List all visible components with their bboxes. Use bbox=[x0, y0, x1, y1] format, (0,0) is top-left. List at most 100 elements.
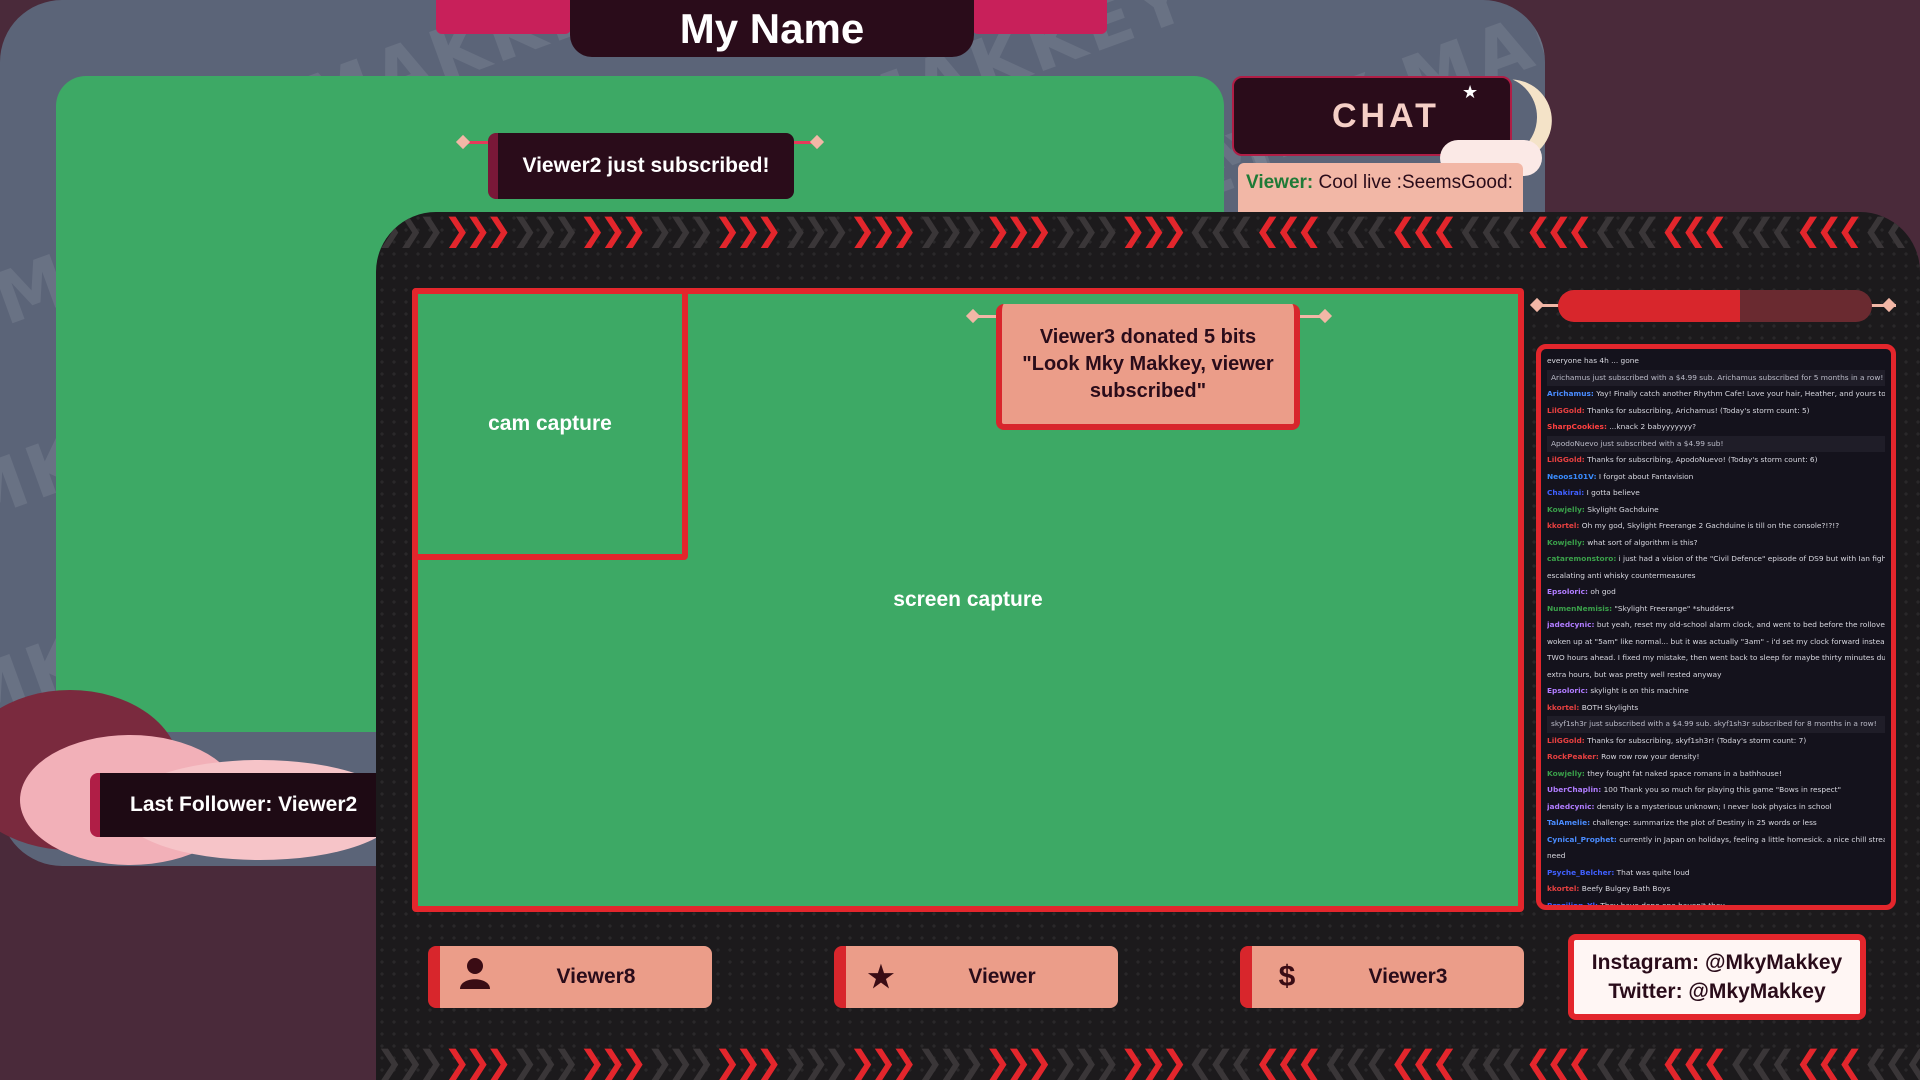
chat-line: TWO hours ahead. I fixed my mistake, the… bbox=[1547, 650, 1885, 667]
chat-line-text: challenge: summarize the plot of Destiny… bbox=[1592, 818, 1817, 827]
chat-line: TalAmelie: challenge: summarize the plot… bbox=[1547, 815, 1885, 832]
dollar-icon: $ bbox=[1278, 960, 1296, 993]
chat-line: kkortel: BOTH Skylights bbox=[1547, 700, 1885, 717]
chat-line: extra hours, but was pretty well rested … bbox=[1547, 667, 1885, 684]
chat-line-user: Neoos101V: bbox=[1547, 471, 1597, 481]
cam-capture-label: cam capture bbox=[488, 412, 612, 435]
user-icon bbox=[440, 956, 510, 998]
chat-line-text: BOTH Skylights bbox=[1581, 702, 1639, 712]
chat-line-user: Kowjelly: bbox=[1547, 768, 1585, 778]
chat-line-text: Row row row your density! bbox=[1601, 752, 1700, 761]
chat-line-text: I gotta believe bbox=[1586, 488, 1640, 497]
chat-line-user: LilGGold: bbox=[1547, 405, 1585, 415]
chat-line-text: Arichamus just subscribed with a $4.99 s… bbox=[1551, 372, 1884, 382]
chat-line-text: skyf1sh3r just subscribed with a $4.99 s… bbox=[1551, 719, 1877, 728]
chat-line: Epsoloric: oh god bbox=[1547, 584, 1885, 601]
chat-line-user: kkortel: bbox=[1547, 884, 1580, 893]
chat-line-user: kkortel: bbox=[1547, 521, 1580, 530]
star-icon: ★ bbox=[867, 960, 895, 994]
name-plate-tab-right bbox=[972, 0, 1107, 34]
chat-line: Arichamus just subscribed with a $4.99 s… bbox=[1547, 369, 1885, 386]
chat-line: LilGGold: Thanks for subscribing, ApodoN… bbox=[1547, 452, 1885, 469]
subscription-alert-text: Viewer2 just subscribed! bbox=[522, 154, 770, 177]
chat-line: Kowjelly: Skylight Gachduine bbox=[1547, 502, 1885, 519]
chat-line: Cynical_Prophet: currently in Japan on h… bbox=[1547, 832, 1885, 849]
chat-line-text: i just had a vision of the "Civil Defenc… bbox=[1618, 554, 1885, 563]
latest-subscriber-name: Viewer bbox=[968, 965, 1036, 988]
chat-line-user: SharpCookies: bbox=[1547, 422, 1607, 431]
chat-line: everyone has 4h ... gone bbox=[1547, 353, 1885, 370]
chat-line: skyf1sh3r just subscribed with a $4.99 s… bbox=[1547, 716, 1885, 733]
chat-line: SharpCookies: ...knack 2 babyyyyyyy? bbox=[1547, 419, 1885, 436]
chat-line-user: NumenNemisis: bbox=[1547, 603, 1613, 613]
chat-line-user: Brazilian_Yl: bbox=[1547, 900, 1598, 910]
cam-capture-area: cam capture bbox=[412, 288, 688, 560]
chat-line-text: "Skylight Freerange" *shudders* bbox=[1614, 603, 1735, 613]
chat-line-user: Chakirai: bbox=[1547, 488, 1585, 497]
chat-line: UberChaplin: 100 Thank you so much for p… bbox=[1547, 782, 1885, 799]
chat-line-text: need bbox=[1547, 851, 1566, 860]
chat-line-text: I forgot about Fantavision bbox=[1598, 471, 1694, 481]
chat-line: NumenNemisis: "Skylight Freerange" *shud… bbox=[1547, 601, 1885, 618]
chat-line: Neoos101V: I forgot about Fantavision bbox=[1547, 469, 1885, 486]
chat-line-user: cataremonstoro: bbox=[1547, 554, 1617, 563]
chat-line-text: Thanks for subscribing, skyf1sh3r! (Toda… bbox=[1587, 735, 1807, 745]
chat-line-text: density is a mysterious unknown; I never… bbox=[1596, 801, 1832, 811]
chat-line-text: ...knack 2 babyyyyyyy? bbox=[1609, 422, 1697, 431]
chat-line-text: Thanks for subscribing, ApodoNuevo! (Tod… bbox=[1587, 455, 1818, 464]
twitter-handle: Twitter: @MkyMakkey bbox=[1608, 980, 1826, 1003]
name-plate-tab-left bbox=[436, 0, 571, 34]
chat-line-user: Arichamus: bbox=[1547, 389, 1594, 398]
chat-line-user: Kowjelly: bbox=[1547, 504, 1585, 514]
chat-line: escalating anti whisky countermeasures bbox=[1547, 568, 1885, 585]
chevron-border-bottom: ❯❯❯ ❯❯❯ ❯❯❯ ❯❯❯ ❯❯❯ ❯❯❯ ❯❯❯ ❯❯❯ ❯❯❯ ❯❯❯ … bbox=[376, 1044, 1920, 1080]
chat-line-user: jadedcynic: bbox=[1547, 620, 1595, 629]
latest-follower-stat: Viewer8 bbox=[428, 946, 712, 1008]
chat-line-text: escalating anti whisky countermeasures bbox=[1547, 570, 1696, 580]
chat-preview-user: Viewer: bbox=[1246, 172, 1314, 193]
streamer-name: My Name bbox=[679, 4, 865, 52]
latest-follower-name: Viewer8 bbox=[556, 965, 636, 988]
chat-line-text: what sort of algorithm is this? bbox=[1587, 537, 1698, 547]
goal-progress-fill bbox=[1558, 290, 1741, 322]
chat-line: Arichamus: Yay! Finally catch another Rh… bbox=[1547, 386, 1885, 403]
chat-line-user: Cynical_Prophet: bbox=[1547, 834, 1617, 844]
goal-progress-bar bbox=[1558, 290, 1872, 322]
chat-title: CHAT bbox=[1332, 96, 1440, 135]
chat-log-box[interactable]: everyone has 4h ... gone Arichamus just s… bbox=[1536, 344, 1896, 910]
chat-line-text: woken up at "5am" like normal... but it … bbox=[1547, 636, 1885, 646]
latest-subscriber-stat: ★ Viewer bbox=[834, 946, 1118, 1008]
chat-line: Brazilian_Yl: They have done one haven't… bbox=[1547, 898, 1885, 910]
chat-line-user: Epsoloric: bbox=[1547, 587, 1588, 596]
chat-line: Kowjelly: what sort of algorithm is this… bbox=[1547, 535, 1885, 552]
chat-line: RockPeaker: Row row row your density! bbox=[1547, 749, 1885, 766]
chat-line: kkortel: Beefy Bulgey Bath Boys bbox=[1547, 881, 1885, 898]
star-deco-icon: ★ bbox=[1462, 82, 1479, 102]
chat-line-text: Skylight Gachduine bbox=[1587, 504, 1659, 514]
chat-line: Psyche_Belcher: That was quite loud bbox=[1547, 865, 1885, 882]
last-follower-text: Last Follower: Viewer2 bbox=[130, 793, 358, 816]
chat-line: kkortel: Oh my god, Skylight Freerange 2… bbox=[1547, 518, 1885, 535]
chat-line-user: RockPeaker: bbox=[1547, 752, 1599, 761]
donation-alert: Viewer3 donated 5 bits "Look Mky Makkey,… bbox=[996, 304, 1300, 430]
donation-alert-line2: "Look Mky Makkey, viewer subscribed" bbox=[1022, 352, 1274, 402]
chat-line-user: LilGGold: bbox=[1547, 455, 1585, 464]
instagram-handle: Instagram: @MkyMakkey bbox=[1591, 951, 1843, 974]
chat-line-user: Psyche_Belcher: bbox=[1547, 867, 1615, 877]
chat-line-user: LilGGold: bbox=[1547, 735, 1585, 745]
chat-line-text: They have done one haven't they bbox=[1600, 900, 1725, 910]
chat-line-user: UberChaplin: bbox=[1547, 785, 1602, 794]
chat-line-text: Yay! Finally catch another Rhythm Cafe! … bbox=[1596, 389, 1885, 398]
chat-line: LilGGold: Thanks for subscribing, skyf1s… bbox=[1547, 733, 1885, 750]
last-follower-banner: Last Follower: Viewer2 bbox=[90, 773, 390, 837]
chat-line-user: kkortel: bbox=[1547, 702, 1580, 712]
chat-line: Chakirai: I gotta believe bbox=[1547, 485, 1885, 502]
chat-preview-message: Viewer: Cool live :SeemsGood: bbox=[1238, 163, 1523, 215]
latest-donator-stat: $ Viewer3 bbox=[1240, 946, 1524, 1008]
chat-line: cataremonstoro: i just had a vision of t… bbox=[1547, 551, 1885, 568]
streamer-name-plate: My Name bbox=[570, 0, 974, 57]
chat-line-text: That was quite loud bbox=[1616, 867, 1690, 877]
chat-line-text: but yeah, reset my old-school alarm cloc… bbox=[1596, 620, 1885, 629]
chat-line-text: Oh my god, Skylight Freerange 2 Gachduin… bbox=[1581, 521, 1840, 530]
chat-line-text: currently in Japan on holidays, feeling … bbox=[1619, 834, 1885, 844]
